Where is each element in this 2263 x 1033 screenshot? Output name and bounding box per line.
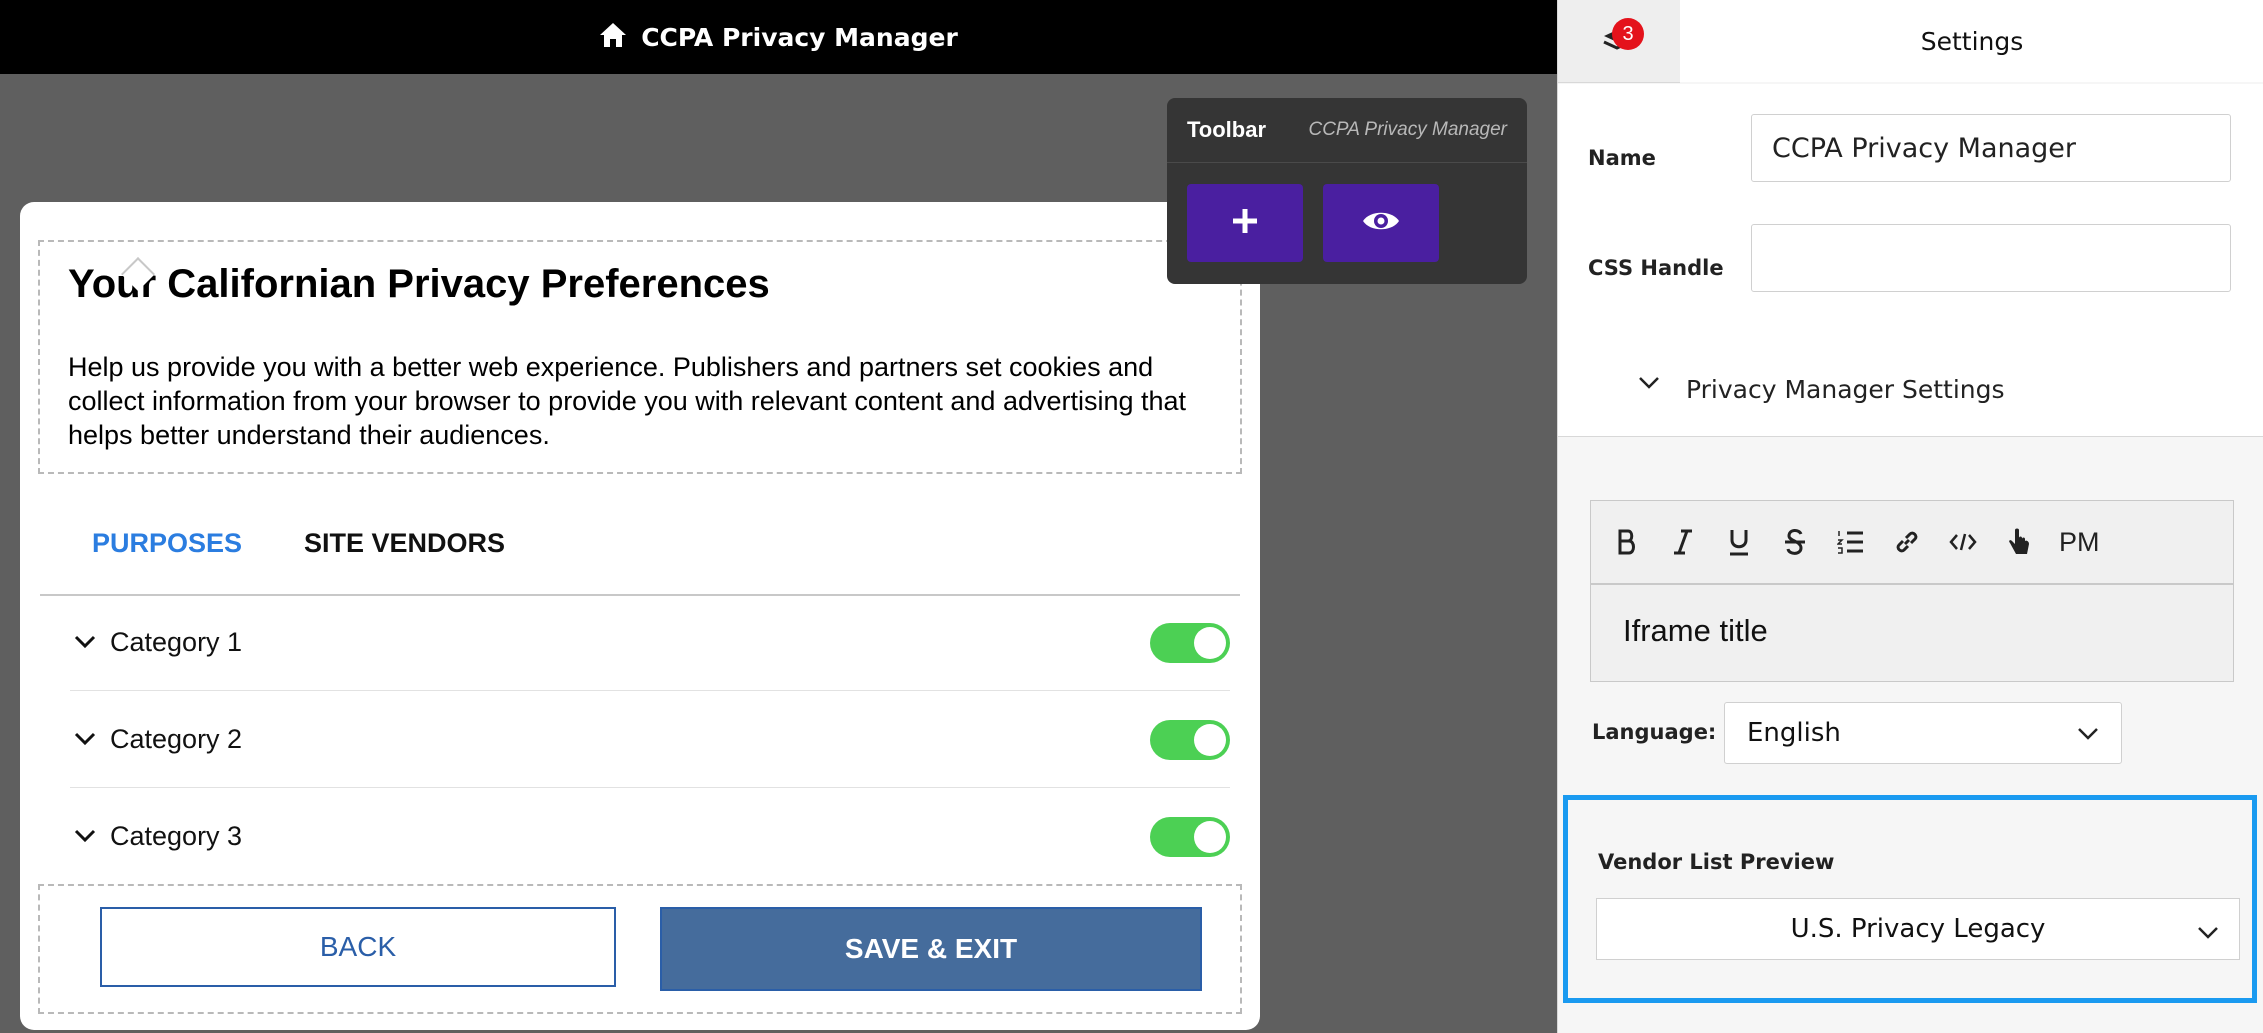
name-label: Name: [1588, 146, 1656, 170]
preview-button[interactable]: [1323, 184, 1439, 262]
category-row[interactable]: Category 2: [70, 691, 1230, 788]
chevron-down-icon[interactable]: [70, 724, 100, 754]
pm-token-button[interactable]: PM: [2059, 526, 2100, 558]
chevron-down-icon[interactable]: [70, 627, 100, 657]
home-icon[interactable]: [599, 22, 627, 53]
category-row[interactable]: Category 3: [70, 788, 1230, 884]
tab-bar: PURPOSES SITE VENDORS: [40, 518, 1240, 596]
editor-toolbar: PM: [1591, 501, 2233, 585]
vendor-list-select[interactable]: U.S. Privacy Legacy: [1596, 898, 2240, 960]
modal-description: Help us provide you with a better web ex…: [68, 352, 1187, 450]
privacy-manager-settings-header[interactable]: Privacy Manager Settings: [1558, 342, 2263, 437]
chevron-down-icon[interactable]: [70, 821, 100, 851]
add-element-button[interactable]: [1187, 184, 1303, 262]
eye-icon: [1362, 208, 1400, 239]
category-label: Category 1: [110, 626, 243, 657]
editor-content[interactable]: Iframe title: [1591, 585, 2233, 677]
category-toggle[interactable]: [1150, 623, 1230, 663]
chevron-down-icon: [2077, 718, 2099, 748]
code-icon[interactable]: [1947, 526, 1979, 558]
toolbar-title: Toolbar: [1187, 117, 1267, 142]
settings-panel: 3 Settings Name CSS Handle Privacy Manag…: [1557, 0, 2263, 1033]
rich-text-editor: PM Iframe title: [1590, 500, 2234, 682]
language-value: English: [1747, 718, 1841, 748]
category-label: Category 2: [110, 723, 243, 754]
italic-icon[interactable]: [1667, 526, 1699, 558]
tab-purposes[interactable]: PURPOSES: [92, 528, 242, 559]
element-form: Name CSS Handle: [1558, 84, 2263, 343]
css-handle-label: CSS Handle: [1588, 256, 1724, 280]
bold-icon[interactable]: [1611, 526, 1643, 558]
category-row[interactable]: Category 1: [70, 594, 1230, 691]
modal-title: Your Californian Privacy Preferences: [68, 262, 770, 306]
privacy-modal: Your Californian Privacy Preferences Hel…: [20, 202, 1260, 1030]
category-label: Category 3: [110, 820, 243, 851]
plus-icon: [1230, 206, 1260, 241]
language-select[interactable]: English: [1724, 702, 2122, 764]
vendor-list-label: Vendor List Preview: [1598, 850, 1835, 874]
save-exit-button[interactable]: SAVE & EXIT: [660, 907, 1202, 991]
floating-toolbar: Toolbar CCPA Privacy Manager: [1167, 98, 1527, 284]
vendor-list-preview-section: Vendor List Preview U.S. Privacy Legacy: [1563, 795, 2257, 1003]
section-title: Privacy Manager Settings: [1686, 374, 2005, 404]
chevron-down-icon: [2197, 917, 2219, 947]
name-input[interactable]: [1751, 114, 2231, 182]
notification-badge: 3: [1612, 18, 1644, 50]
category-toggle[interactable]: [1150, 817, 1230, 857]
tab-settings[interactable]: Settings: [1680, 0, 2263, 82]
vendor-list-value: U.S. Privacy Legacy: [1790, 914, 2046, 944]
language-label: Language:: [1592, 720, 1717, 744]
back-button[interactable]: BACK: [100, 907, 616, 987]
toolbar-header: Toolbar CCPA Privacy Manager: [1167, 98, 1527, 163]
toolbar-subtitle: CCPA Privacy Manager: [1308, 119, 1507, 140]
tab-site-vendors[interactable]: SITE VENDORS: [304, 528, 505, 559]
notifications-tab[interactable]: 3: [1558, 0, 1680, 83]
ordered-list-icon[interactable]: [1835, 526, 1867, 558]
panel-tabs: 3 Settings: [1558, 0, 2263, 84]
strikethrough-icon[interactable]: [1779, 526, 1811, 558]
category-toggle[interactable]: [1150, 720, 1230, 760]
pointer-icon[interactable]: [2003, 526, 2035, 558]
underline-icon[interactable]: [1723, 526, 1755, 558]
css-handle-input[interactable]: [1751, 224, 2231, 292]
page-title: CCPA Privacy Manager: [641, 22, 958, 52]
link-icon[interactable]: [1891, 526, 1923, 558]
chevron-down-icon: [1638, 376, 1660, 395]
top-bar: CCPA Privacy Manager: [0, 0, 1557, 74]
